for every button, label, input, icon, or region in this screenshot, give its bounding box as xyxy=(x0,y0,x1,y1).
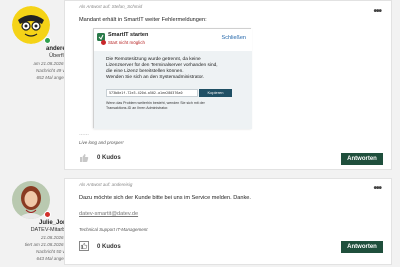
kudos-count: 0 Kudos xyxy=(97,244,121,250)
dialog-note-line: Transaktions-ID an Ihren Administrator. xyxy=(106,105,169,110)
dialog-body: Die Remotesitzung wurde getrennt, da kei… xyxy=(94,51,252,129)
post-message: Dazu möchte sich der Kunde bitte bei uns… xyxy=(79,195,251,201)
signature: Technical Support IT-Management xyxy=(79,227,148,232)
dialog-note: Wenn das Problem weiterhin besteht, wend… xyxy=(106,101,205,110)
post-card: Als Antwort auf: andereisig ••• Dazu möc… xyxy=(64,178,392,265)
busy-status-icon xyxy=(44,211,51,218)
dialog-header: SmartIT starten Start nicht möglich Schl… xyxy=(94,29,252,51)
reply-button[interactable]: Antworten xyxy=(341,153,383,165)
signature-separator: …… xyxy=(79,131,89,137)
signature: Live long and prosper! xyxy=(79,140,124,145)
reply-button[interactable]: Antworten xyxy=(341,241,383,253)
dialog-status: Start nicht möglich xyxy=(108,40,146,45)
kudos-count: 0 Kudos xyxy=(97,155,121,161)
copy-button: Kopieren xyxy=(199,89,232,97)
reply-reference[interactable]: Als Antwort auf: Stefan_Schmid xyxy=(79,4,142,9)
more-options-icon[interactable]: ••• xyxy=(373,6,381,17)
post-card: Als Antwort auf: Stefan_Schmid ••• Manda… xyxy=(64,0,392,170)
more-options-icon[interactable]: ••• xyxy=(373,183,381,194)
online-status-icon xyxy=(44,37,51,44)
forum-post: Julie_Jordan DATEV-Mitarbeiter 21.08.202… xyxy=(0,178,400,267)
post-message: Mandant erhält in SmartIT weiter Fehlerm… xyxy=(79,17,207,23)
forum-post: andereisig Überflieger am 21.08.2026 08:… xyxy=(0,0,400,173)
reply-reference[interactable]: Als Antwort auf: andereisig xyxy=(79,182,132,187)
email-link[interactable]: datev-smartit@datev.de xyxy=(79,211,138,217)
embedded-screenshot-dialog: SmartIT starten Start nicht möglich Schl… xyxy=(93,28,252,129)
thumbs-up-icon[interactable] xyxy=(79,153,89,163)
thumbs-up-icon[interactable] xyxy=(79,241,89,251)
dialog-message-line: Wenden Sie sich an den Systemadministrat… xyxy=(106,75,205,80)
transaction-id-field: 573b0e1f-72e3-420d-a502-a1ee280376a0 xyxy=(106,89,198,97)
dialog-message: Die Remotesitzung wurde getrennt, da kei… xyxy=(106,57,218,81)
dialog-title: SmartIT starten xyxy=(108,32,149,38)
dialog-close-link: Schließen xyxy=(221,35,246,41)
error-icon xyxy=(101,40,106,45)
dialog-note-line: Wenn das Problem weiterhin besteht, wend… xyxy=(106,101,205,105)
